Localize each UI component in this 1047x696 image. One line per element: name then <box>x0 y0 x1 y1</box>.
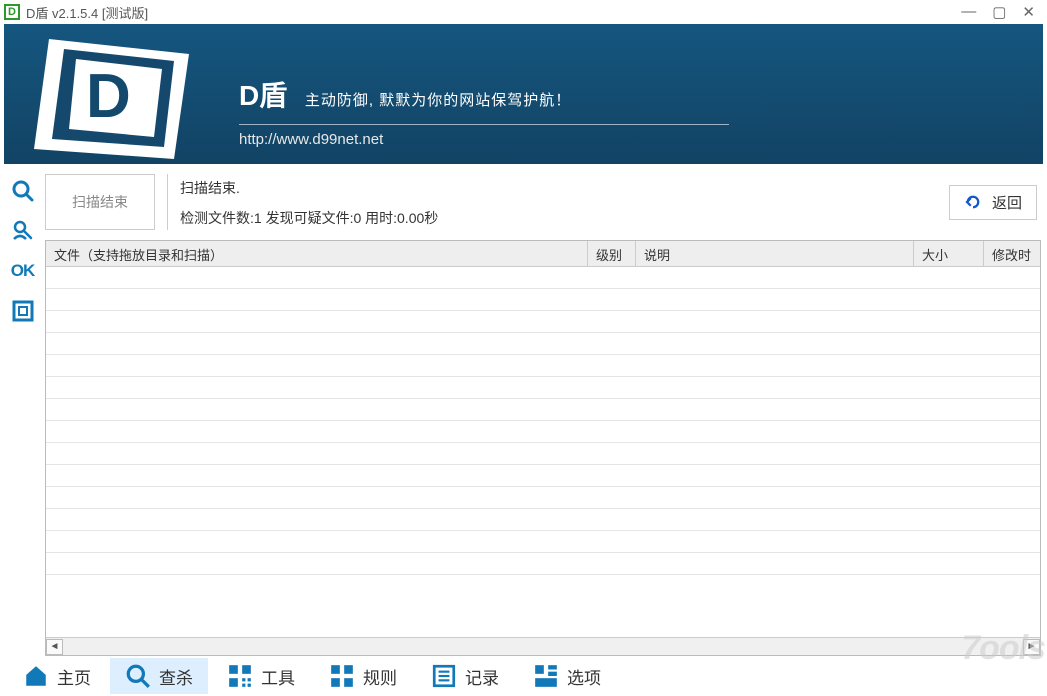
banner-url: http://www.d99net.net <box>239 131 1003 148</box>
back-label: 返回 <box>992 192 1022 213</box>
scan-end-button[interactable]: 扫描结束 <box>45 174 155 230</box>
inspect-icon <box>11 219 35 243</box>
watermark: 7ools <box>961 629 1045 668</box>
col-size[interactable]: 大小 <box>914 241 984 266</box>
table-row <box>46 267 1040 289</box>
side-square-button[interactable] <box>7 296 39 326</box>
nav-label: 规则 <box>363 664 397 689</box>
options-icon <box>533 663 559 689</box>
grid-icon <box>329 663 355 689</box>
table-row <box>46 465 1040 487</box>
table-row <box>46 311 1040 333</box>
table-body[interactable] <box>46 267 1040 637</box>
back-button[interactable]: 返回 <box>949 185 1037 220</box>
banner-title: D盾 <box>239 74 287 114</box>
col-level[interactable]: 级别 <box>588 241 636 266</box>
maximize-button[interactable]: ▢ <box>992 3 1006 21</box>
nav-scan[interactable]: 查杀 <box>110 658 208 694</box>
side-ok-button[interactable]: OK <box>7 256 39 286</box>
search-icon <box>125 663 151 689</box>
nav-tools[interactable]: 工具 <box>212 658 310 694</box>
table-row <box>46 377 1040 399</box>
square-icon <box>11 299 35 323</box>
nav-label: 选项 <box>567 664 601 689</box>
results-table[interactable]: 文件（支持拖放目录和扫描） 级别 说明 大小 修改时 <box>45 240 1041 656</box>
tools-icon <box>227 663 253 689</box>
table-row <box>46 443 1040 465</box>
table-row <box>46 333 1040 355</box>
side-search-button[interactable] <box>7 176 39 206</box>
table-row <box>46 421 1040 443</box>
side-inspect-button[interactable] <box>7 216 39 246</box>
logo-icon: D <box>24 29 214 164</box>
minimize-button[interactable]: — <box>961 3 976 21</box>
close-button[interactable]: ✕ <box>1022 3 1035 21</box>
table-row <box>46 509 1040 531</box>
ok-label: OK <box>11 261 35 281</box>
col-date[interactable]: 修改时 <box>984 241 1040 266</box>
side-toolbar: OK <box>0 164 45 656</box>
app-icon: D <box>4 4 20 20</box>
status-line-1: 扫描结束. <box>180 178 949 198</box>
list-icon <box>431 663 457 689</box>
home-icon <box>23 663 49 689</box>
title-bar: D D盾 v2.1.5.4 [测试版] — ▢ ✕ <box>0 0 1047 24</box>
banner-subtitle: 主动防御, 默默为你的网站保驾护航！ <box>305 89 571 110</box>
nav-label: 查杀 <box>159 664 193 689</box>
nav-label: 主页 <box>57 664 91 689</box>
nav-rules[interactable]: 规则 <box>314 658 412 694</box>
table-row <box>46 289 1040 311</box>
nav-label: 记录 <box>465 664 499 689</box>
col-file[interactable]: 文件（支持拖放目录和扫描） <box>46 241 588 266</box>
nav-options[interactable]: 选项 <box>518 658 616 694</box>
table-row <box>46 531 1040 553</box>
horizontal-scrollbar[interactable]: ◄ ► <box>46 637 1040 655</box>
nav-label: 工具 <box>261 664 295 689</box>
search-icon <box>11 179 35 203</box>
undo-icon <box>964 193 982 211</box>
window-title: D盾 v2.1.5.4 [测试版] <box>26 3 148 22</box>
nav-home[interactable]: 主页 <box>8 658 106 694</box>
table-row <box>46 399 1040 421</box>
table-row <box>46 487 1040 509</box>
status-line-2: 检测文件数:1 发现可疑文件:0 用时:0.00秒 <box>180 208 949 228</box>
status-text: 扫描结束. 检测文件数:1 发现可疑文件:0 用时:0.00秒 <box>167 174 949 230</box>
bottom-nav: 主页 查杀 工具 规则 记录 选项 <box>0 656 1047 696</box>
header-banner: D D盾 主动防御, 默默为你的网站保驾护航！ http://www.d99ne… <box>4 24 1043 164</box>
scroll-left-icon[interactable]: ◄ <box>46 639 63 655</box>
col-desc[interactable]: 说明 <box>636 241 914 266</box>
table-row <box>46 355 1040 377</box>
table-row <box>46 553 1040 575</box>
svg-text:D: D <box>86 62 131 131</box>
table-header: 文件（支持拖放目录和扫描） 级别 说明 大小 修改时 <box>46 241 1040 267</box>
nav-log[interactable]: 记录 <box>416 658 514 694</box>
